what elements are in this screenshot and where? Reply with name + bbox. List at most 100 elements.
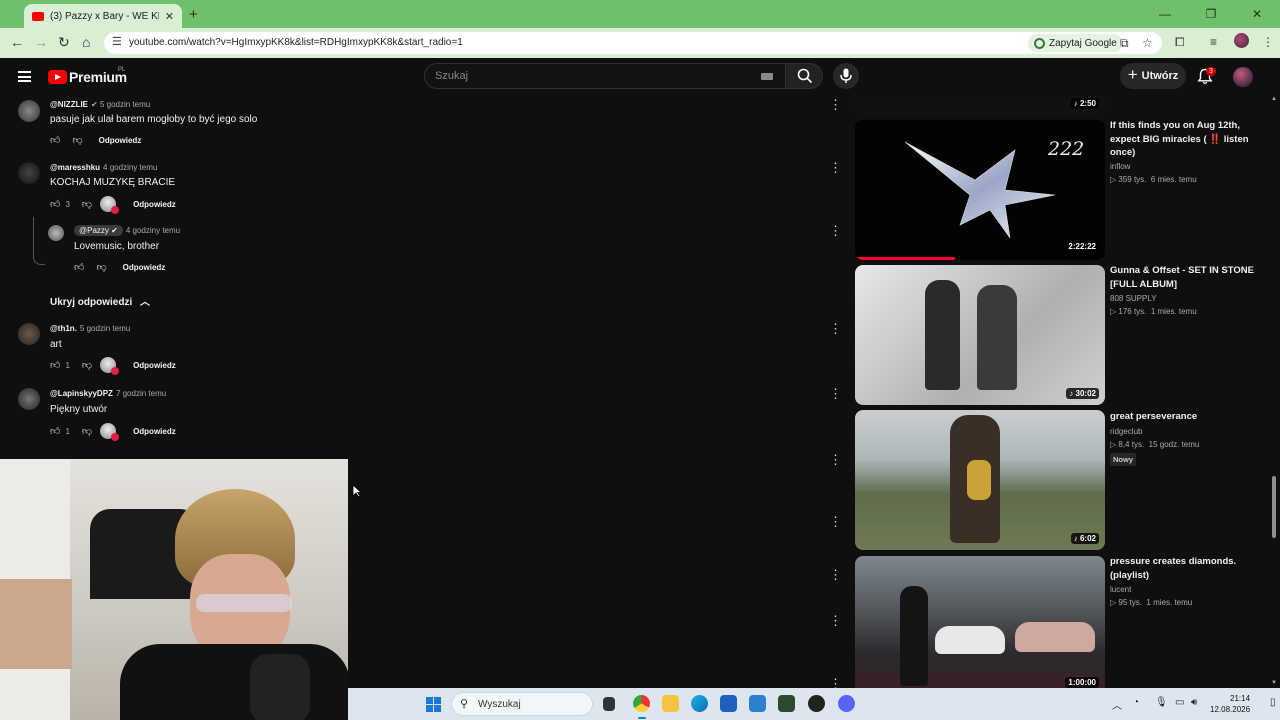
menu-hamburger-icon[interactable] [18,71,31,82]
related-channel[interactable]: ridgeclub [1110,427,1142,436]
tray-chevron-icon[interactable]: ︿ [1112,697,1122,712]
scrollbar-thumb[interactable] [1272,476,1276,538]
reload-icon[interactable]: ↻ [58,34,70,51]
reply-button[interactable]: Odpowiedz [99,136,142,145]
comment-more-icon[interactable]: ⋮ [829,98,842,111]
media-controls-icon[interactable]: ≡ [1210,35,1217,49]
voice-search-button[interactable] [833,63,859,89]
comment-more-icon[interactable]: ⋮ [829,568,842,581]
comment-time[interactable]: 5 godzin temu [80,324,130,333]
account-avatar[interactable] [1233,67,1253,87]
related-channel[interactable]: 808 SUPPLY [1110,294,1157,303]
hide-replies-button[interactable]: Ukryj odpowiedzi ︿ [50,293,150,308]
search-button[interactable] [785,63,823,89]
related-thumbnail[interactable]: 222 2:22:22 [855,120,1105,260]
dislike-icon[interactable]: 👎︎ [82,198,92,210]
outlook-app-icon[interactable] [749,695,766,712]
maximize-button[interactable]: ❐ [1188,0,1234,28]
install-app-icon[interactable]: ⧉ [1120,36,1129,51]
reply-button[interactable]: Odpowiedz [133,427,176,436]
network-icon[interactable]: ▭ [1175,697,1184,708]
browser-tab[interactable]: (3) Pazzy x Bary - WE KRWI (Of ✕ [24,4,182,28]
scroll-down-arrow-icon[interactable]: ▼ [1271,680,1277,686]
like-icon[interactable]: 👍︎ [50,134,60,146]
creator-badge[interactable]: @Pazzy ✔ [74,225,123,236]
like-icon[interactable]: 👍︎ [50,359,60,371]
like-icon[interactable]: 👍︎ [74,261,84,273]
windows-start-icon[interactable] [426,697,441,712]
profile-avatar[interactable] [1234,33,1249,48]
task-view-icon[interactable] [603,697,615,711]
reply-avatar[interactable] [48,225,64,241]
like-icon[interactable]: 👍︎ [50,425,60,437]
tray-app-icon[interactable]: ◔ [1133,697,1139,708]
dislike-icon[interactable]: 👎︎ [82,359,92,371]
reply-time[interactable]: 4 godziny temu [126,226,180,235]
dislike-icon[interactable]: 👎︎ [82,425,92,437]
comment-more-icon[interactable]: ⋮ [829,224,842,237]
comment-more-icon[interactable]: ⋮ [829,387,842,400]
address-bar[interactable]: ☰ youtube.com/watch?v=HgImxypKK8k&list=R… [104,32,1162,54]
comment-more-icon[interactable]: ⋮ [829,515,842,528]
reply-button[interactable]: Odpowiedz [133,200,176,209]
comment-more-icon[interactable]: ⋮ [829,453,842,466]
related-thumbnail[interactable]: ♪ 2:50 [855,96,1105,115]
comment-author[interactable]: @th1n. [50,324,77,333]
search-input[interactable]: Szukaj [424,63,786,89]
minimize-button[interactable]: — [1142,0,1188,28]
close-window-button[interactable]: ✕ [1234,0,1280,28]
url-text[interactable]: youtube.com/watch?v=HgImxypKK8k&list=RDH… [129,37,463,48]
new-tab-button[interactable]: + [189,6,198,23]
comment-avatar[interactable] [18,100,40,122]
page-scrollbar[interactable] [1271,96,1277,688]
game-app-icon[interactable] [778,695,795,712]
like-icon[interactable]: 👍︎ [50,198,60,210]
tray-mic-icon[interactable]: 🎙︎ [1155,697,1168,708]
comment-time[interactable]: 5 godzin temu [100,100,150,109]
comment-more-icon[interactable]: ⋮ [829,322,842,335]
reply-button[interactable]: Odpowiedz [123,263,166,272]
tab-close-icon[interactable]: ✕ [165,10,174,23]
related-title[interactable]: Gunna & Offset - SET IN STONE [FULL ALBU… [1110,264,1260,291]
home-icon[interactable]: ⌂ [82,34,90,50]
related-channel[interactable]: lucent [1110,585,1131,594]
reply-button[interactable]: Odpowiedz [133,361,176,370]
ask-google-button[interactable]: Zapytaj Google [1028,34,1123,52]
comment-avatar[interactable] [18,388,40,410]
comment-author[interactable]: @LapinskyyDPZ [50,389,113,398]
comment-more-icon[interactable]: ⋮ [829,614,842,627]
discord-app-icon[interactable] [838,695,855,712]
notification-center-icon[interactable]: ▯ [1270,697,1276,708]
related-thumbnail[interactable]: 1:00:00 [855,556,1105,688]
related-channel[interactable]: inflow [1110,162,1130,171]
extensions-icon[interactable]: ⧠ [1175,35,1185,50]
back-arrow-icon[interactable]: ← [10,34,24,50]
create-button[interactable]: + Utwórz [1120,63,1186,89]
app-icon[interactable] [808,695,825,712]
keyboard-icon[interactable] [761,73,773,80]
youtube-logo-icon[interactable] [48,70,67,84]
related-title[interactable]: great perseverance [1110,410,1260,424]
file-explorer-icon[interactable] [662,695,679,712]
chrome-menu-icon[interactable]: ⋮ [1262,35,1274,49]
scroll-up-arrow-icon[interactable]: ▲ [1271,96,1277,102]
volume-icon[interactable]: 🔊︎ [1191,697,1197,708]
forward-arrow-icon[interactable]: → [34,34,48,50]
bookmark-star-icon[interactable]: ☆ [1142,36,1153,50]
edge-app-icon[interactable] [691,695,708,712]
related-thumbnail[interactable]: ♪ 6:02 [855,410,1105,550]
store-app-icon[interactable] [720,695,737,712]
comment-time[interactable]: 7 godzin temu [116,389,166,398]
comment-avatar[interactable] [18,162,40,184]
dislike-icon[interactable]: 👎︎ [72,134,82,146]
related-thumbnail[interactable]: ♪ 30:02 [855,265,1105,405]
comment-author[interactable]: @NIZZLIE [50,100,88,109]
comment-author[interactable]: @maresshku [50,163,100,172]
taskbar-clock[interactable]: 21:14 12.08.2026 [1210,693,1250,715]
comment-time[interactable]: 4 godziny temu [103,163,157,172]
site-settings-icon[interactable]: ☰ [112,35,122,48]
dislike-icon[interactable]: 👎︎ [96,261,106,273]
related-title[interactable]: pressure creates diamonds. (playlist) [1110,555,1260,582]
comment-more-icon[interactable]: ⋮ [829,161,842,174]
related-title[interactable]: If this finds you on Aug 12th, expect BI… [1110,119,1260,160]
